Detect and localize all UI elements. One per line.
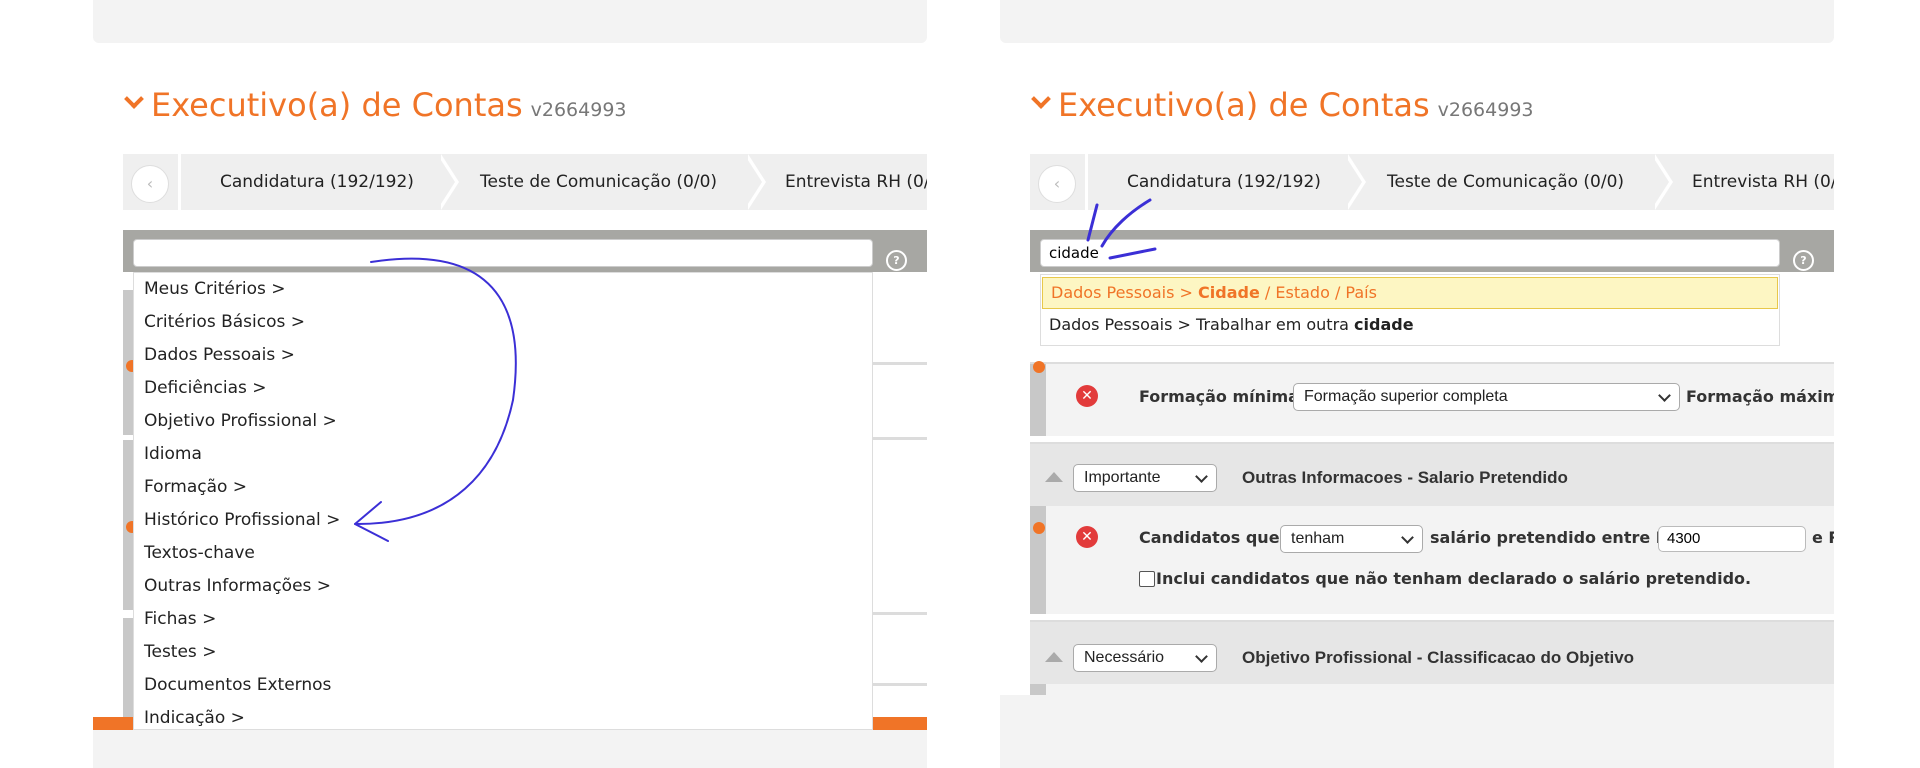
suggestion-match: cidade xyxy=(1354,315,1414,334)
job-code: v2664993 xyxy=(1437,99,1534,121)
menu-item-documentos-externos[interactable]: Documentos Externos xyxy=(134,669,872,702)
step-separator xyxy=(1344,154,1366,210)
divider xyxy=(1085,154,1088,210)
suggestion-prefix: Dados Pessoais > xyxy=(1051,283,1199,302)
bottom-bar xyxy=(93,730,927,768)
menu-item-meus-criterios[interactable]: Meus Critérios > xyxy=(134,273,872,306)
select-formacao-minima[interactable]: Formação superior completa xyxy=(1293,383,1680,411)
step-candidatura[interactable]: Candidatura (192/192) xyxy=(220,154,414,210)
job-title: Executivo(a) de Contas xyxy=(1058,86,1430,124)
suggestion-cidade-estado-pais[interactable]: Dados Pessoais > Cidade / Estado / País xyxy=(1042,277,1778,309)
criteria-dropdown: Meus Critérios > Critérios Básicos > Dad… xyxy=(133,272,873,730)
job-code: v2664993 xyxy=(530,99,627,121)
step-teste-comunicacao[interactable]: Teste de Comunicação (0/0) xyxy=(1387,154,1624,210)
job-title: Executivo(a) de Contas xyxy=(151,86,523,124)
label-e: e R xyxy=(1812,528,1834,547)
label-formacao-maxima: Formação máxima xyxy=(1686,387,1834,406)
rule-divider xyxy=(873,362,927,365)
help-icon[interactable]: ? xyxy=(886,250,907,271)
footer-strip xyxy=(93,717,133,730)
page-title: Executivo(a) de Contas v2664993 xyxy=(123,86,627,124)
step-separator xyxy=(1651,154,1673,210)
step-entrevista-rh[interactable]: Entrevista RH (0/0) xyxy=(1692,154,1834,210)
label-candidatos-que: Candidatos que xyxy=(1139,528,1280,547)
rule-divider xyxy=(873,437,927,440)
chevron-down-icon[interactable] xyxy=(1031,89,1051,109)
divider xyxy=(178,154,181,210)
search-suggestions: Dados Pessoais > Cidade / Estado / País … xyxy=(1040,274,1780,346)
left-screenshot-panel: Executivo(a) de Contas v2664993 ‹ Candida… xyxy=(93,0,927,768)
suggestion-match: Cidade xyxy=(1198,283,1260,302)
menu-item-formacao[interactable]: Formação > xyxy=(134,471,872,504)
suggestion-suffix: / Estado / País xyxy=(1259,283,1377,302)
menu-item-outras-informacoes[interactable]: Outras Informações > xyxy=(134,570,872,603)
collapse-triangle-icon[interactable] xyxy=(1045,472,1063,482)
pipeline-steps: ‹ Candidatura (192/192) Teste de Comunic… xyxy=(123,154,927,210)
menu-item-indicacao[interactable]: Indicação > xyxy=(134,702,872,729)
help-icon[interactable]: ? xyxy=(1793,250,1814,271)
checkbox-inclui-sem-salario[interactable] xyxy=(1139,571,1155,587)
menu-item-idioma[interactable]: Idioma xyxy=(134,438,872,471)
back-arrow-icon[interactable]: ‹ xyxy=(1038,165,1076,203)
rule-divider xyxy=(873,683,927,686)
rule-strip xyxy=(1030,364,1046,436)
back-arrow-icon[interactable]: ‹ xyxy=(131,165,169,203)
select-importancia[interactable]: Necessário xyxy=(1073,644,1217,672)
menu-item-testes[interactable]: Testes > xyxy=(134,636,872,669)
rule-divider xyxy=(873,612,927,615)
criteria-search-input[interactable] xyxy=(133,239,873,267)
menu-item-dados-pessoais[interactable]: Dados Pessoais > xyxy=(134,339,872,372)
menu-item-fichas[interactable]: Fichas > xyxy=(134,603,872,636)
label-formacao-minima: Formação mínima xyxy=(1139,387,1299,406)
checkbox-label: Inclui candidatos que não tenham declara… xyxy=(1156,569,1752,588)
menu-item-historico-profissional[interactable]: Histórico Profissional > xyxy=(134,504,872,537)
top-bar xyxy=(93,0,927,43)
step-teste-comunicacao[interactable]: Teste de Comunicação (0/0) xyxy=(480,154,717,210)
select-importancia[interactable]: Importante xyxy=(1073,464,1217,492)
status-dot xyxy=(1033,522,1045,534)
step-separator xyxy=(437,154,459,210)
pipeline-steps: ‹ Candidatura (192/192) Teste de Comunic… xyxy=(1030,154,1834,210)
page-title: Executivo(a) de Contas v2664993 xyxy=(1030,86,1534,124)
top-bar xyxy=(1000,0,1834,43)
footer-strip xyxy=(873,717,927,730)
select-tenham[interactable]: tenham xyxy=(1280,525,1423,553)
menu-item-objetivo-profissional[interactable]: Objetivo Profissional > xyxy=(134,405,872,438)
status-dot xyxy=(1033,361,1045,373)
step-entrevista-rh[interactable]: Entrevista RH (0/0) xyxy=(785,154,927,210)
suggestion-prefix: Dados Pessoais > Trabalhar em outra xyxy=(1049,315,1355,334)
label-salario-entre: salário pretendido entre R$ xyxy=(1430,528,1680,547)
menu-item-textos-chave[interactable]: Textos-chave xyxy=(134,537,872,570)
remove-icon[interactable]: ✕ xyxy=(1076,526,1098,548)
step-separator xyxy=(744,154,766,210)
rule-title: Objetivo Profissional - Classificacao do… xyxy=(1242,648,1635,667)
remove-icon[interactable]: ✕ xyxy=(1076,385,1098,407)
collapse-triangle-icon[interactable] xyxy=(1045,652,1063,662)
rule-title: Outras Informacoes - Salario Pretendido xyxy=(1242,468,1568,487)
salary-min-input[interactable]: 4300 xyxy=(1658,526,1806,552)
criteria-search-input[interactable] xyxy=(1040,239,1780,267)
suggestion-trabalhar-outra-cidade[interactable]: Dados Pessoais > Trabalhar em outra cida… xyxy=(1041,309,1779,341)
chevron-down-icon[interactable] xyxy=(124,89,144,109)
step-candidatura[interactable]: Candidatura (192/192) xyxy=(1127,154,1321,210)
right-screenshot-panel: Executivo(a) de Contas v2664993 ‹ Candida… xyxy=(1000,0,1834,768)
menu-item-criterios-basicos[interactable]: Critérios Básicos > xyxy=(134,306,872,339)
bottom-bar xyxy=(1000,695,1834,768)
menu-item-deficiencias[interactable]: Deficiências > xyxy=(134,372,872,405)
